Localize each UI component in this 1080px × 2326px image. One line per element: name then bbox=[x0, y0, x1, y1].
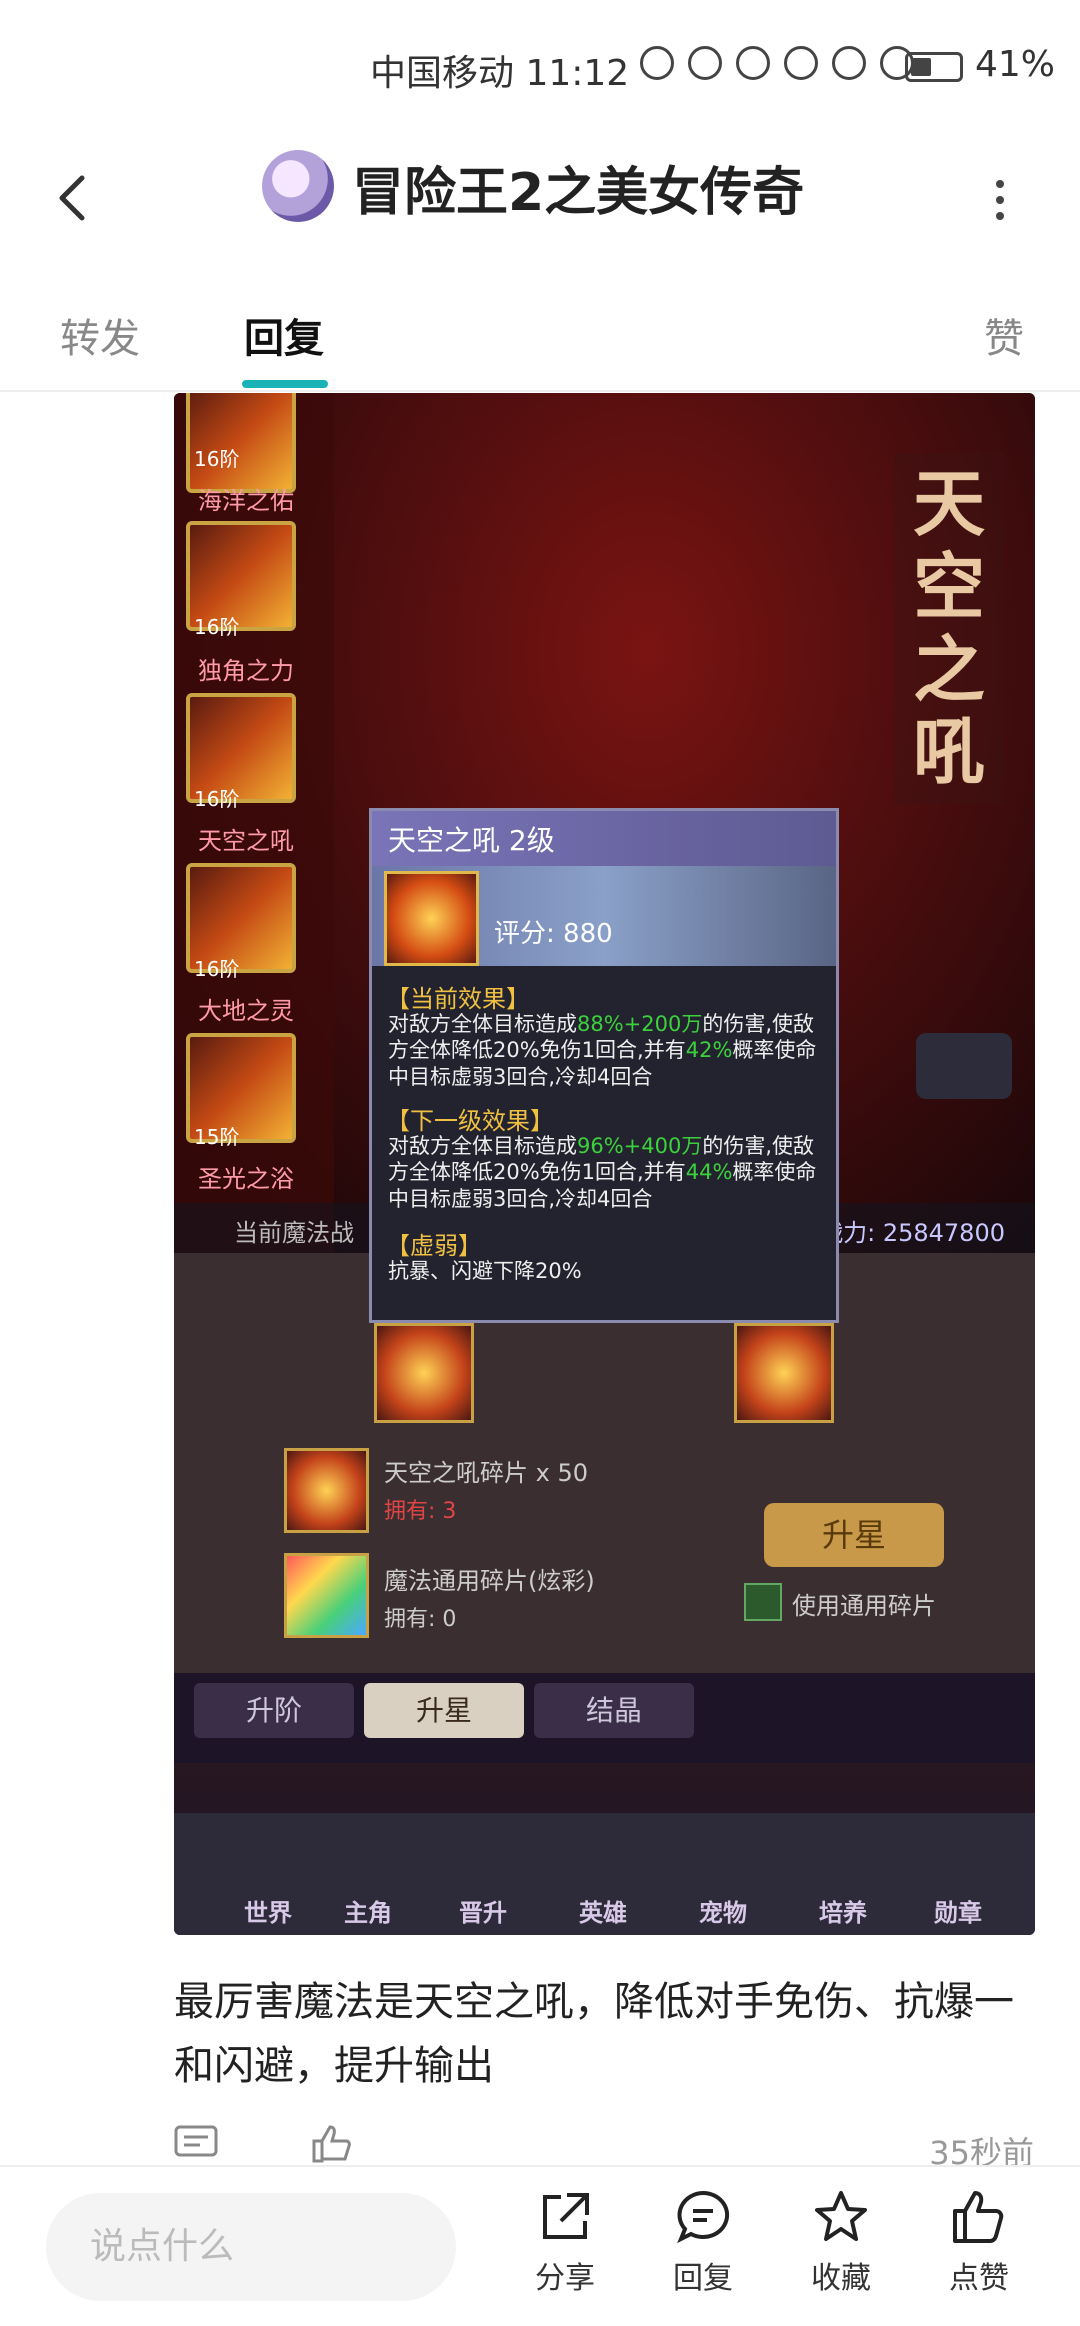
nav-hero-main[interactable]: 主角 bbox=[344, 1893, 392, 1928]
nfc-icon bbox=[688, 46, 722, 80]
skill-name: 天空之吼 bbox=[198, 827, 294, 855]
current-skill-thumb bbox=[374, 1323, 474, 1423]
nav-medals[interactable]: 勋章 bbox=[934, 1893, 982, 1928]
like-label: 点赞 bbox=[949, 2261, 1009, 2296]
back-icon[interactable] bbox=[44, 168, 104, 228]
weak-text: 抗暴、闪避下降20% bbox=[388, 1259, 582, 1283]
reply-button[interactable]: 回复 bbox=[648, 2187, 758, 2297]
fragment-name: 天空之吼碎片 x 50 bbox=[384, 1459, 588, 1487]
status-icons bbox=[640, 46, 914, 80]
carrier-time: 中国移动 11:12 bbox=[370, 53, 630, 94]
subtab-crystal[interactable]: 结晶 bbox=[534, 1683, 694, 1738]
title-bar: 冒险王2之美女传奇 bbox=[0, 130, 1080, 272]
current-effect-a: 对敌方全体目标造成 bbox=[388, 1012, 577, 1036]
current-effect-pct: 88%+200万 bbox=[577, 1012, 703, 1036]
subtab-advance[interactable]: 升阶 bbox=[194, 1683, 354, 1738]
share-button[interactable]: 分享 bbox=[510, 2187, 620, 2297]
skill-level: 16阶 bbox=[194, 787, 240, 811]
page-title: 冒险王2之美女传奇 bbox=[352, 163, 805, 223]
next-effect-prob: 44% bbox=[685, 1160, 733, 1185]
tab-reply[interactable]: 回复 bbox=[244, 306, 324, 364]
tab-bar: 转发 回复 赞 bbox=[0, 270, 1080, 392]
game-avatar[interactable] bbox=[262, 150, 334, 222]
skill-level: 15阶 bbox=[194, 1125, 240, 1149]
next-skill-thumb bbox=[734, 1323, 834, 1423]
post-text: 最厉害魔法是天空之吼，降低对手免伤、抗爆一和闪避，提升输出 bbox=[174, 1979, 1014, 2089]
post-actions bbox=[174, 2125, 354, 2163]
tab-indicator bbox=[242, 380, 328, 388]
skill-level: 16阶 bbox=[194, 957, 240, 981]
battery-percent: 41% bbox=[975, 44, 1056, 85]
share-icon bbox=[543, 2193, 589, 2239]
subtab-star[interactable]: 升星 bbox=[364, 1683, 524, 1738]
nav-train[interactable]: 培养 bbox=[819, 1893, 867, 1928]
skill-name: 大地之灵 bbox=[198, 997, 294, 1025]
skill-tooltip: 天空之吼 2级 评分: 880 【当前效果】 对敌方全体目标造成88%+200万… bbox=[369, 808, 839, 1323]
reply-icon bbox=[677, 2190, 730, 2244]
skill-level: 16阶 bbox=[194, 447, 240, 471]
share-label: 分享 bbox=[535, 2261, 595, 2296]
weak-label: 【虚弱】 bbox=[386, 1232, 482, 1260]
favorite-label: 收藏 bbox=[811, 2261, 871, 2296]
use-common-checkbox[interactable] bbox=[744, 1583, 782, 1621]
tooltip-skill-icon bbox=[384, 871, 479, 966]
current-effect-prob: 42% bbox=[685, 1038, 733, 1063]
current-effect-label: 【当前效果】 bbox=[386, 985, 530, 1013]
fragment-owned: 拥有: 3 bbox=[384, 1499, 457, 1524]
star-up-button[interactable]: 升星 bbox=[764, 1503, 944, 1567]
tooltip-title: 天空之吼 2级 bbox=[372, 811, 836, 866]
power-left-label: 当前魔法战 bbox=[234, 1219, 354, 1247]
next-effect-label: 【下一级效果】 bbox=[386, 1107, 554, 1135]
reply-label: 回复 bbox=[673, 2261, 733, 2296]
next-effect-a: 对敌方全体目标造成 bbox=[388, 1134, 577, 1158]
bluetooth-icon bbox=[784, 46, 818, 80]
nav-heroes[interactable]: 英雄 bbox=[579, 1893, 627, 1928]
next-effect-text: 对敌方全体目标造成96%+400万的伤害,使敌方全体降低20%免伤1回合,并有4… bbox=[388, 1133, 828, 1212]
game-screenshot[interactable]: 16阶 海洋之佑 16阶 独角之力 16阶 天空之吼 16阶 大地之灵 15阶 … bbox=[174, 393, 1035, 1935]
favorite-button[interactable]: 收藏 bbox=[786, 2187, 896, 2297]
fragment-icon bbox=[284, 1448, 369, 1533]
nav-promote[interactable]: 晋升 bbox=[459, 1893, 507, 1928]
common-fragment-name: 魔法通用碎片(炫彩) bbox=[384, 1567, 595, 1595]
like-button[interactable]: 点赞 bbox=[924, 2187, 1034, 2297]
nav-pets[interactable]: 宠物 bbox=[699, 1893, 747, 1928]
status-bar: 中国移动 11:12 41% bbox=[0, 0, 1080, 130]
use-common-label: 使用通用碎片 bbox=[792, 1592, 936, 1620]
chat-bubble-icon bbox=[916, 1033, 1012, 1099]
skill-name: 圣光之浴 bbox=[198, 1165, 294, 1193]
comment-icon[interactable] bbox=[174, 2125, 218, 2163]
skill-level: 16阶 bbox=[194, 615, 240, 639]
bottom-action-bar: 说点什么 分享 回复 收藏 点赞 bbox=[0, 2165, 1080, 2326]
next-effect-pct: 96%+400万 bbox=[577, 1134, 703, 1158]
star-icon bbox=[815, 2191, 867, 2241]
common-fragment-icon bbox=[284, 1553, 369, 1638]
more-icon[interactable] bbox=[985, 170, 1015, 230]
tab-like[interactable]: 赞 bbox=[984, 306, 1024, 364]
tab-forward[interactable]: 转发 bbox=[60, 306, 140, 364]
thumbs-up-icon[interactable] bbox=[310, 2125, 354, 2163]
current-effect-text: 对敌方全体目标造成88%+200万的伤害,使敌方全体降低20%免伤1回合,并有4… bbox=[388, 1011, 828, 1090]
comment-input[interactable]: 说点什么 bbox=[46, 2193, 456, 2301]
thumbs-up-icon bbox=[953, 2191, 1004, 2243]
skill-name: 独角之力 bbox=[198, 657, 294, 685]
common-fragment-owned: 拥有: 0 bbox=[384, 1607, 457, 1632]
eye-icon bbox=[640, 46, 674, 80]
mute-icon bbox=[832, 46, 866, 80]
alarm-icon bbox=[736, 46, 770, 80]
skill-name: 海洋之佑 bbox=[198, 487, 294, 515]
nav-world[interactable]: 世界 bbox=[244, 1893, 292, 1928]
tooltip-score: 评分: 880 bbox=[494, 919, 613, 949]
skill-vertical-title: 天空之吼 bbox=[894, 453, 1004, 805]
battery-icon bbox=[905, 52, 963, 82]
